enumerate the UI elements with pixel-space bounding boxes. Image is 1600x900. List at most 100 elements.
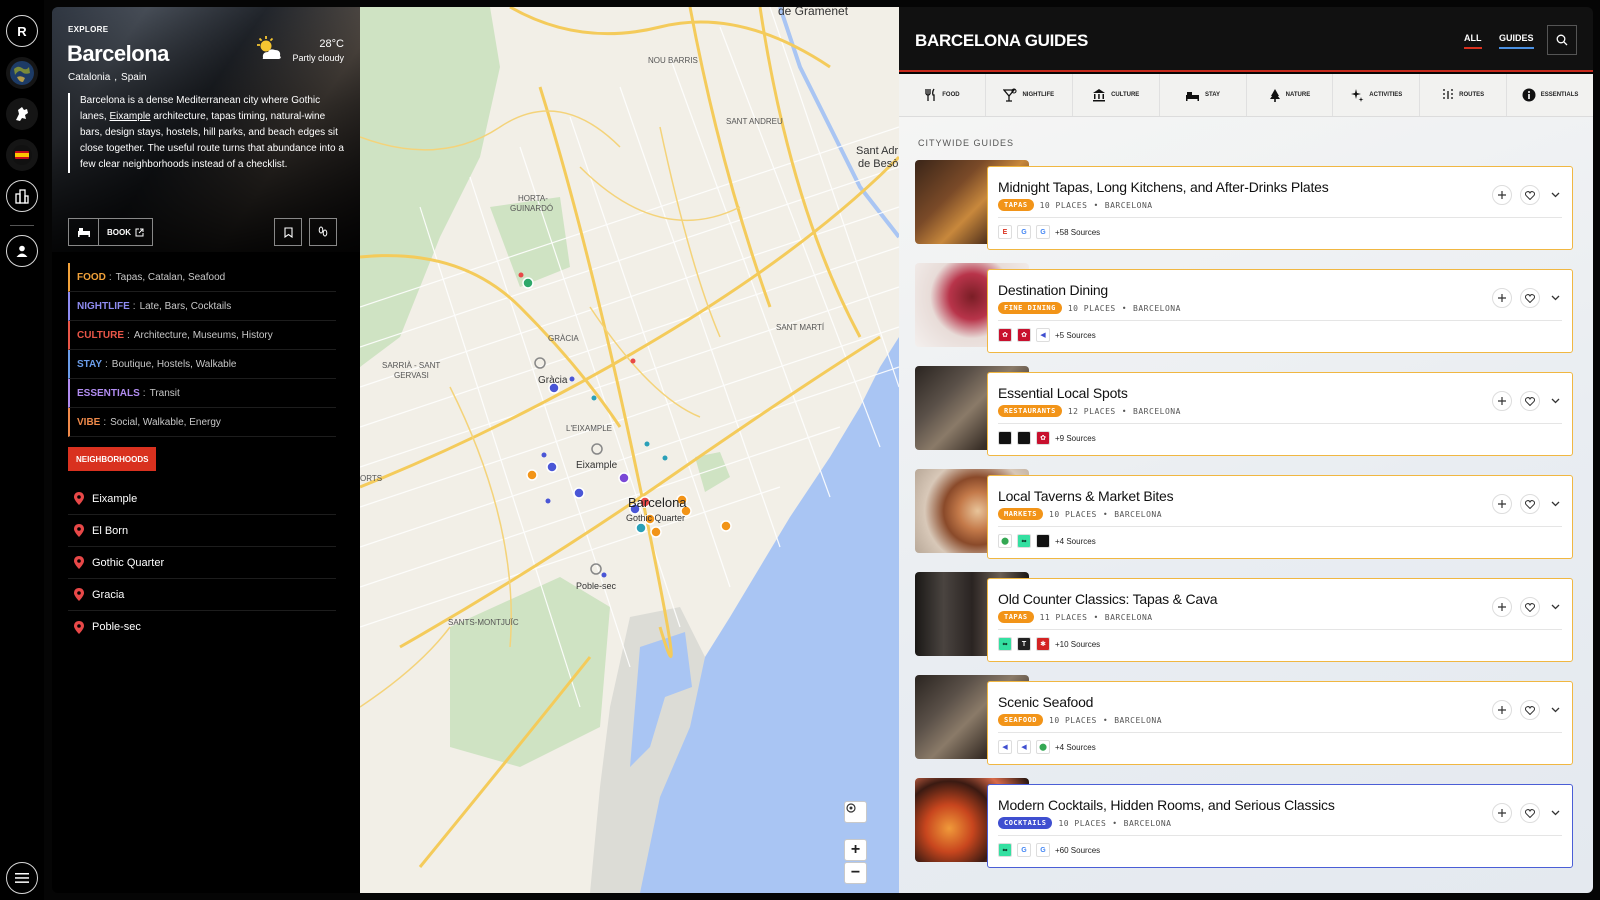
city-title: Barcelona bbox=[67, 41, 169, 66]
guide-sources: ⬤ ∞ +4 Sources bbox=[998, 534, 1096, 548]
chevron-down-icon bbox=[1551, 295, 1559, 301]
country-button[interactable] bbox=[6, 139, 38, 171]
neighborhood-item[interactable]: El Born bbox=[68, 515, 336, 547]
city-region: Catalonia , Spain bbox=[68, 72, 147, 83]
tag-row-essentials[interactable]: ESSENTIALS: Transit bbox=[68, 379, 336, 408]
tab-all[interactable]: ALL bbox=[1464, 33, 1482, 49]
category-activities[interactable]: ACTIVITIES bbox=[1333, 74, 1421, 116]
guide-meta: RESTAURANTS 12 PLACES • BARCELONA bbox=[998, 405, 1181, 417]
menu-button[interactable] bbox=[6, 862, 38, 894]
category-culture[interactable]: CULTURE bbox=[1073, 74, 1160, 116]
expand-button[interactable] bbox=[1548, 391, 1562, 411]
category-essentials[interactable]: ESSENTIALS bbox=[1507, 74, 1593, 116]
region-name[interactable]: Catalonia bbox=[68, 72, 110, 83]
add-button[interactable] bbox=[1492, 700, 1512, 720]
profile-button[interactable] bbox=[6, 235, 38, 267]
category-stay[interactable]: STAY bbox=[1160, 74, 1247, 116]
continent-button[interactable] bbox=[6, 98, 38, 130]
bed-icon bbox=[77, 228, 90, 237]
plus-icon bbox=[1498, 191, 1506, 199]
europe-map-icon bbox=[16, 107, 28, 121]
map-pin-icon bbox=[74, 524, 84, 537]
country-name[interactable]: Spain bbox=[121, 72, 147, 83]
tag-row-nightlife[interactable]: NIGHTLIFE: Late, Bars, Cocktails bbox=[68, 292, 336, 321]
category-label: ESSENTIALS bbox=[1540, 92, 1579, 98]
map-label-de-besos: de Besò bbox=[858, 158, 898, 170]
category-routes[interactable]: ROUTES bbox=[1420, 74, 1508, 116]
guide-card[interactable]: Local Taverns & Market Bites MARKETS 10 … bbox=[915, 469, 1573, 559]
footsteps-button[interactable] bbox=[309, 218, 337, 246]
tag-row-vibe[interactable]: VIBE: Social, Walkable, Energy bbox=[68, 408, 336, 437]
favorite-button[interactable] bbox=[1520, 391, 1540, 411]
expand-button[interactable] bbox=[1548, 494, 1562, 514]
guide-card[interactable]: Old Counter Classics: Tapas & Cava TAPAS… bbox=[915, 572, 1573, 662]
guide-city: BARCELONA bbox=[1123, 818, 1172, 828]
favorite-button[interactable] bbox=[1520, 700, 1540, 720]
guide-card[interactable]: Destination Dining FINE DINING 10 PLACES… bbox=[915, 263, 1573, 353]
tripadvisor-source-icon: ∞ bbox=[998, 637, 1012, 651]
guide-card-body: Local Taverns & Market Bites MARKETS 10 … bbox=[987, 475, 1573, 559]
tag-key: STAY bbox=[77, 358, 103, 370]
guide-card[interactable]: Midnight Tapas, Long Kitchens, and After… bbox=[915, 160, 1573, 250]
guide-card[interactable]: Essential Local Spots RESTAURANTS 12 PLA… bbox=[915, 366, 1573, 456]
guide-card[interactable]: Modern Cocktails, Hidden Rooms, and Seri… bbox=[915, 778, 1573, 868]
favorite-button[interactable] bbox=[1520, 494, 1540, 514]
tag-row-stay[interactable]: STAY: Boutique, Hostels, Walkable bbox=[68, 350, 336, 379]
plus-icon bbox=[1498, 809, 1506, 817]
tag-key: FOOD bbox=[77, 271, 106, 283]
expand-button[interactable] bbox=[1548, 803, 1562, 823]
search-button[interactable] bbox=[1547, 25, 1577, 55]
ciutadella-park bbox=[695, 452, 730, 492]
plus-icon bbox=[1498, 500, 1506, 508]
publisher-source-icon bbox=[1036, 534, 1050, 548]
guide-tag: FINE DINING bbox=[998, 302, 1062, 314]
city-map[interactable]: de Gramenet NOU BARRIS SANT ANDREU Sant … bbox=[360, 7, 899, 893]
add-button[interactable] bbox=[1492, 803, 1512, 823]
add-button[interactable] bbox=[1492, 185, 1512, 205]
expand-button[interactable] bbox=[1548, 700, 1562, 720]
tag-row-food[interactable]: FOOD: Tapas, Catalan, Seafood bbox=[68, 263, 336, 292]
add-button[interactable] bbox=[1492, 494, 1512, 514]
favorite-button[interactable] bbox=[1520, 185, 1540, 205]
favorite-button[interactable] bbox=[1520, 288, 1540, 308]
expand-button[interactable] bbox=[1548, 185, 1562, 205]
tag-row-culture[interactable]: CULTURE: Architecture, Museums, History bbox=[68, 321, 336, 350]
zoom-out-button[interactable]: − bbox=[844, 862, 867, 884]
favorite-button[interactable] bbox=[1520, 597, 1540, 617]
tab-guides[interactable]: GUIDES bbox=[1499, 33, 1534, 49]
meta-dot: • bbox=[1121, 406, 1128, 416]
guide-card-body: Old Counter Classics: Tapas & Cava TAPAS… bbox=[987, 578, 1573, 662]
guide-card[interactable]: Scenic Seafood SEAFOOD 10 PLACES • BARCE… bbox=[915, 675, 1573, 765]
temperature: 28°C bbox=[319, 38, 344, 50]
stay-button[interactable] bbox=[69, 219, 99, 245]
google-source-icon: G bbox=[1017, 843, 1031, 857]
category-food[interactable]: FOOD bbox=[899, 74, 986, 116]
expand-button[interactable] bbox=[1548, 597, 1562, 617]
add-button[interactable] bbox=[1492, 288, 1512, 308]
expand-button[interactable] bbox=[1548, 288, 1562, 308]
neighborhood-item[interactable]: Eixample bbox=[68, 483, 336, 515]
add-button[interactable] bbox=[1492, 597, 1512, 617]
guide-city: BARCELONA bbox=[1114, 715, 1163, 725]
user-avatar-button[interactable]: R bbox=[6, 15, 38, 47]
zoom-in-button[interactable]: + bbox=[844, 839, 867, 861]
neighborhood-item[interactable]: Gothic Quarter bbox=[68, 547, 336, 579]
weather-conditions: Partly cloudy bbox=[292, 53, 344, 63]
globe-button[interactable] bbox=[6, 57, 38, 89]
locate-button[interactable] bbox=[844, 801, 867, 823]
map-canvas[interactable]: de Gramenet NOU BARRIS SANT ANDREU Sant … bbox=[360, 7, 899, 893]
neighborhood-item[interactable]: Gracia bbox=[68, 579, 336, 611]
guides-body: FOOD NIGHTLIFE CULTURE STAY NATURE ACTIV… bbox=[899, 74, 1593, 893]
bookmark-button[interactable] bbox=[274, 218, 302, 246]
card-divider bbox=[998, 320, 1562, 321]
category-nightlife[interactable]: NIGHTLIFE bbox=[986, 74, 1073, 116]
add-button[interactable] bbox=[1492, 391, 1512, 411]
city-button[interactable] bbox=[6, 180, 38, 212]
category-nature[interactable]: NATURE bbox=[1247, 74, 1334, 116]
neighborhood-item[interactable]: Poble-sec bbox=[68, 611, 336, 643]
favorite-button[interactable] bbox=[1520, 803, 1540, 823]
book-button[interactable]: BOOK bbox=[99, 219, 152, 245]
card-actions bbox=[1492, 494, 1562, 514]
eixample-link[interactable]: Eixample bbox=[109, 111, 150, 122]
heart-icon bbox=[1525, 499, 1535, 509]
